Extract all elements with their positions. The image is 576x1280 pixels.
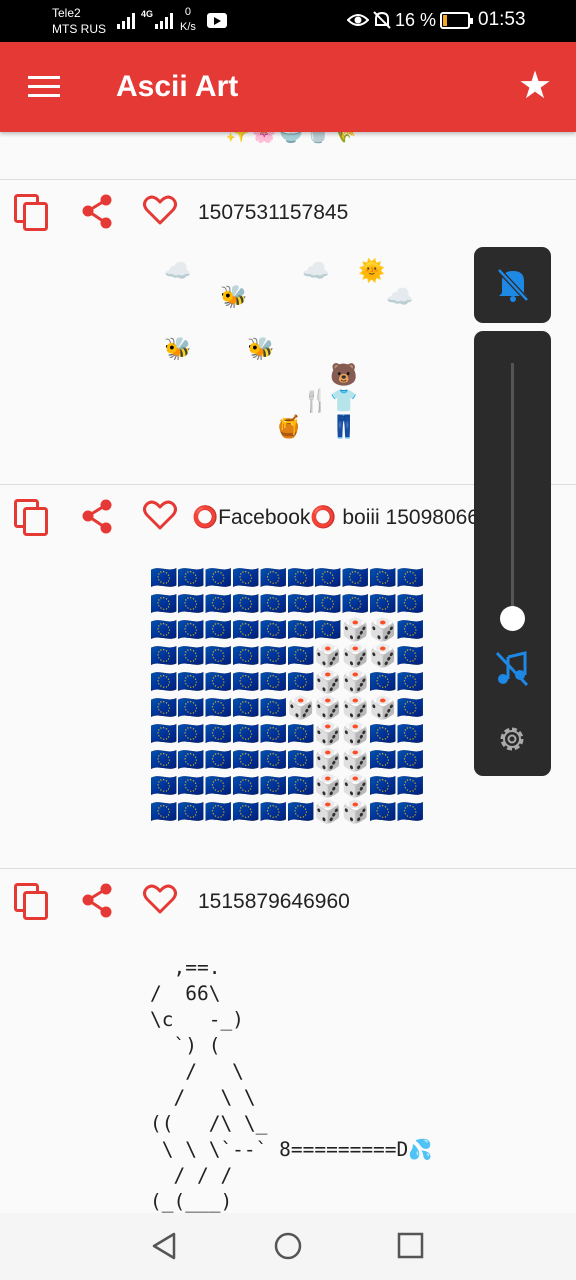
ringer-mode-panel — [474, 247, 551, 323]
share-icon[interactable] — [80, 499, 114, 535]
emoji-grid-row: 🇪🇺🇪🇺🇪🇺🇪🇺🇪🇺🇪🇺🇪🇺🇪🇺🇪🇺🇪🇺 — [150, 565, 424, 590]
signal-icon — [117, 13, 135, 29]
recents-icon[interactable] — [396, 1231, 426, 1261]
music-off-icon[interactable] — [495, 651, 529, 687]
app-bar: Ascii Art ★ — [0, 42, 576, 132]
network-speed: 0 K/s — [180, 5, 196, 35]
clock: 01:53 — [478, 9, 526, 30]
peek-emoji: ✨🌸🍚🍵🌾 — [225, 132, 360, 144]
page-title: Ascii Art — [116, 70, 239, 103]
volume-slider-thumb[interactable] — [500, 606, 525, 631]
card-title: 1515879646960 — [198, 890, 350, 913]
network-type: 4G — [141, 9, 154, 19]
emoji-item: 🐝 — [164, 336, 192, 361]
eye-icon — [347, 14, 369, 26]
emoji-item: 👖 — [330, 414, 358, 439]
emoji-grid-row: 🇪🇺🇪🇺🇪🇺🇪🇺🇪🇺🇪🇺🎲🎲🇪🇺🇪🇺 — [150, 669, 424, 694]
copy-icon[interactable] — [14, 194, 50, 232]
previous-card-peek: ✨🌸🍚🍵🌾 — [0, 132, 576, 180]
bell-off-icon[interactable] — [496, 267, 530, 303]
emoji-grid-row: 🇪🇺🇪🇺🇪🇺🇪🇺🇪🇺🇪🇺🇪🇺🇪🇺🇪🇺🇪🇺 — [150, 591, 424, 616]
emoji-item: 🐻 — [330, 362, 358, 387]
speed-unit: K/s — [180, 21, 196, 33]
emoji-grid-row: 🇪🇺🇪🇺🇪🇺🇪🇺🇪🇺🇪🇺🎲🎲🎲🇪🇺 — [150, 643, 424, 668]
carrier-primary: Tele2 — [52, 6, 81, 20]
art-card: 1515879646960 ,==. / 66\ \c -_) `) ( / \… — [0, 869, 576, 1213]
emoji-grid-row: 🇪🇺🇪🇺🇪🇺🇪🇺🇪🇺🇪🇺🎲🎲🇪🇺🇪🇺 — [150, 747, 424, 772]
emoji-item: 🐝 — [220, 284, 248, 309]
battery-icon — [440, 12, 473, 29]
carrier-info: Tele2 MTS RUS — [52, 5, 106, 37]
heart-icon[interactable] — [143, 194, 177, 226]
heart-icon[interactable] — [143, 883, 177, 915]
copy-icon[interactable] — [14, 883, 50, 921]
home-icon[interactable] — [273, 1231, 303, 1261]
emoji-grid-row: 🇪🇺🇪🇺🇪🇺🇪🇺🇪🇺🇪🇺🎲🎲🇪🇺🇪🇺 — [150, 799, 424, 824]
emoji-item: 🍯 — [275, 414, 303, 439]
volume-panel — [474, 331, 551, 776]
carrier-secondary: MTS RUS — [52, 22, 106, 36]
emoji-grid-row: 🇪🇺🇪🇺🇪🇺🇪🇺🇪🇺🇪🇺🇪🇺🎲🎲🇪🇺 — [150, 617, 424, 642]
share-icon[interactable] — [80, 194, 114, 230]
emoji-grid: 🇪🇺🇪🇺🇪🇺🇪🇺🇪🇺🇪🇺🇪🇺🇪🇺🇪🇺🇪🇺 🇪🇺🇪🇺🇪🇺🇪🇺🇪🇺🇪🇺🇪🇺🇪🇺🇪🇺🇪🇺… — [150, 565, 424, 825]
emoji-item: 🌞 — [358, 258, 386, 283]
emoji-item: 🍴 — [302, 388, 330, 413]
emoji-item: ☁️ — [302, 258, 330, 283]
speed-value: 0 — [184, 6, 192, 18]
card-toolbar: 1515879646960 — [0, 869, 576, 935]
ascii-text: ,==. / 66\ \c -_) `) ( / \ / \ \ (( /\ \… — [150, 956, 433, 1213]
emoji-grid-row: 🇪🇺🇪🇺🇪🇺🇪🇺🇪🇺🎲🎲🎲🎲🇪🇺 — [150, 695, 424, 720]
emoji-item: ☁️ — [386, 284, 414, 309]
back-icon[interactable] — [150, 1231, 180, 1261]
signal-icon-2 — [155, 13, 173, 29]
status-bar: Tele2 MTS RUS 4G 0 K/s 16 % 01:53 — [0, 0, 576, 42]
heart-icon[interactable] — [143, 499, 177, 531]
emoji-item: 🐝 — [247, 336, 275, 361]
youtube-icon — [207, 13, 227, 28]
card-title: 1507531157845 — [198, 201, 349, 224]
copy-icon[interactable] — [14, 499, 50, 537]
emoji-scene: ☁️ ☁️ 🌞 🐝 ☁️ 🐝 🐝 🐻 🍴 👕 🍯 👖 — [150, 246, 430, 476]
emoji-grid-row: 🇪🇺🇪🇺🇪🇺🇪🇺🇪🇺🇪🇺🎲🎲🇪🇺🇪🇺 — [150, 773, 424, 798]
battery-percent: 16 % — [395, 10, 437, 30]
emoji-item: 👕 — [330, 388, 358, 413]
card-toolbar: 1507531157845 — [0, 180, 576, 246]
navigation-bar — [0, 1213, 576, 1280]
battery-fill — [443, 15, 447, 26]
gear-icon[interactable] — [496, 723, 528, 755]
emoji-item: ☁️ — [164, 258, 192, 283]
hamburger-icon[interactable] — [28, 76, 60, 98]
share-icon[interactable] — [80, 883, 114, 919]
volume-track — [511, 363, 514, 618]
star-icon[interactable]: ★ — [518, 66, 552, 106]
emoji-grid-row: 🇪🇺🇪🇺🇪🇺🇪🇺🇪🇺🇪🇺🎲🎲🇪🇺🇪🇺 — [150, 721, 424, 746]
notifications-off-icon — [373, 11, 391, 29]
